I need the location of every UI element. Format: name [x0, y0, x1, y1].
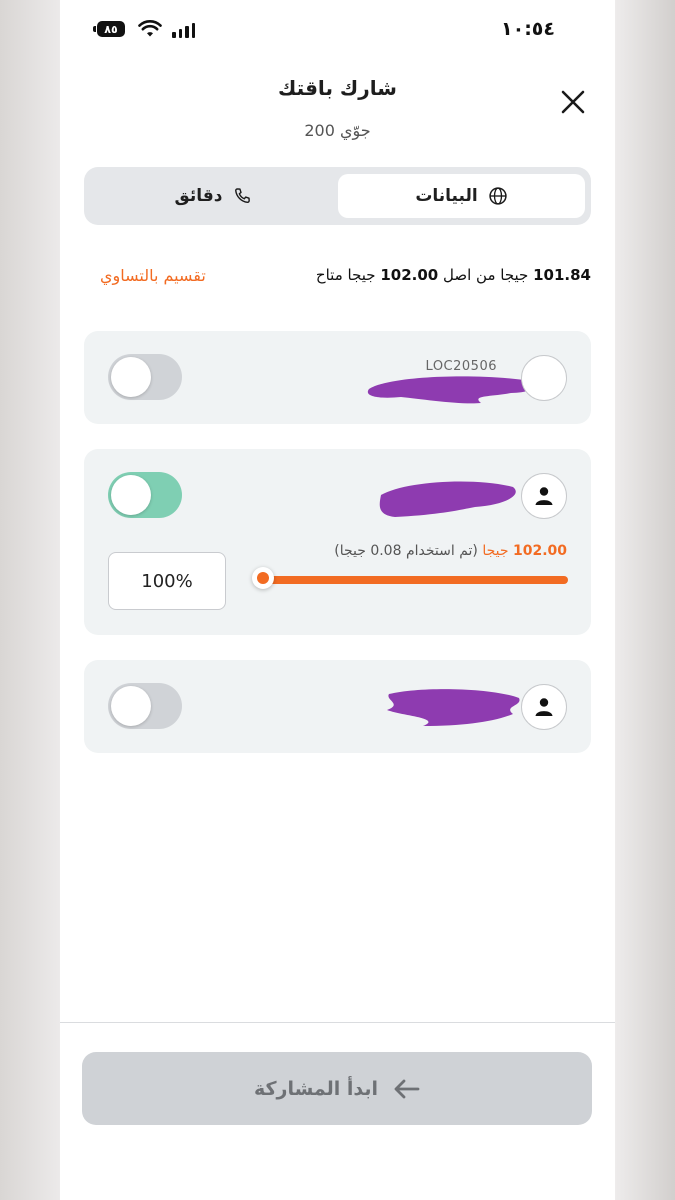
- share-percent-input[interactable]: 100%: [108, 552, 226, 610]
- allocated-unit: جيجا: [482, 543, 509, 559]
- share-slider[interactable]: [252, 567, 568, 589]
- avatar: [521, 473, 567, 519]
- slider-track: [262, 576, 568, 584]
- status-bar: ٨٥ ١٠:٥٤: [60, 0, 615, 60]
- wifi-icon: [138, 20, 162, 37]
- person-icon: [535, 698, 553, 716]
- share-bundle-screen: ٨٥ ١٠:٥٤ شارك باقتك جوّي 200 البيانات دق…: [60, 0, 615, 1200]
- page-title: شارك باقتك: [278, 76, 397, 100]
- member-share-toggle[interactable]: [108, 472, 182, 518]
- used-note: (تم استخدام 0.08 جيجا): [334, 543, 478, 559]
- member-share-toggle[interactable]: [108, 354, 182, 400]
- tab-minutes-label: دقائق: [174, 186, 223, 206]
- avatar: [521, 684, 567, 730]
- total-unit: جيجا متاح: [315, 266, 376, 284]
- redacted-number: [367, 376, 535, 404]
- person-icon: [535, 487, 553, 505]
- arrow-left-icon: [394, 1079, 420, 1098]
- member-card: 102.00 جيجا (تم استخدام 0.08 جيجا) 100%: [84, 449, 591, 635]
- allocated-amount: 102.00: [512, 543, 567, 559]
- available-amount: 101.84: [533, 266, 591, 284]
- availability-row: 101.84 جيجا من اصل 102.00 جيجا متاح تقسي…: [100, 266, 591, 288]
- redacted-number: [387, 689, 520, 726]
- redacted-number: [379, 481, 516, 517]
- close-icon[interactable]: [559, 88, 587, 116]
- plan-name: جوّي 200: [304, 121, 371, 140]
- split-equally-link[interactable]: تقسيم بالتساوي: [100, 266, 206, 285]
- globe-icon: [488, 187, 507, 205]
- member-card: [84, 660, 591, 753]
- start-sharing-label: ابدأ المشاركة: [253, 1077, 379, 1100]
- tab-data[interactable]: البيانات: [338, 174, 585, 218]
- phone-icon: [235, 188, 251, 204]
- member-share-toggle[interactable]: [108, 683, 182, 729]
- availability-text: 101.84 جيجا من اصل 102.00 جيجا متاح: [316, 266, 591, 284]
- total-amount: 102.00: [380, 266, 439, 284]
- member-usage: 102.00 جيجا (تم استخدام 0.08 جيجا): [334, 543, 567, 559]
- tab-data-label: البيانات: [415, 186, 478, 206]
- member-card: LOC20506: [84, 331, 591, 424]
- cellular-signal-icon: [172, 22, 195, 38]
- resource-tabs: البيانات دقائق: [84, 167, 591, 225]
- battery-indicator: ٨٥: [93, 21, 125, 37]
- status-time: ١٠:٥٤: [501, 18, 555, 40]
- slider-thumb[interactable]: [252, 567, 274, 589]
- tab-minutes[interactable]: دقائق: [90, 174, 337, 218]
- start-sharing-button[interactable]: ابدأ المشاركة: [82, 1052, 592, 1125]
- available-unit: جيجا من اصل: [443, 266, 529, 284]
- footer-divider: [60, 1022, 615, 1023]
- avatar: [521, 355, 567, 401]
